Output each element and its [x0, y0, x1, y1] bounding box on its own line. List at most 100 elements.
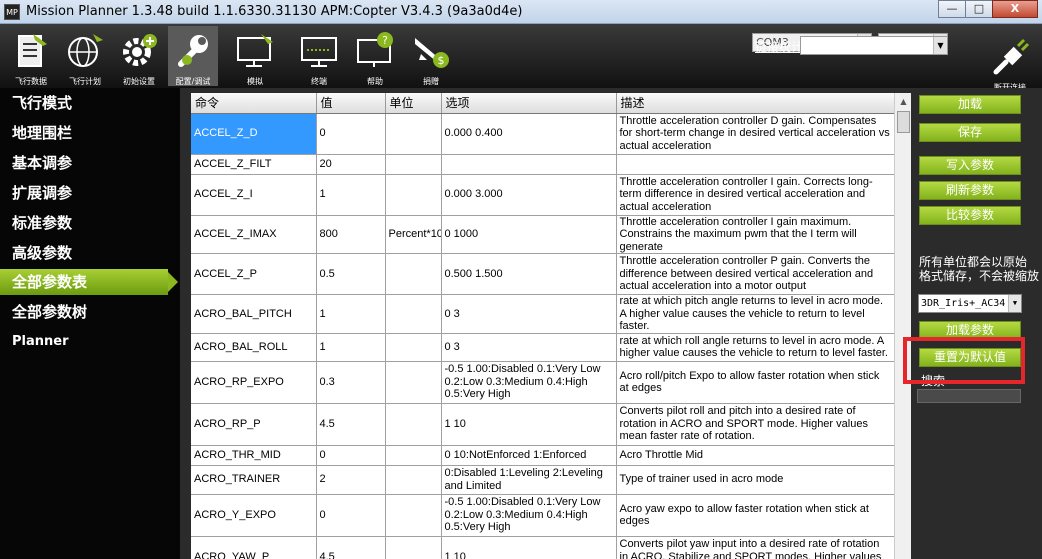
cell-description: Throttle acceleration controller I gain.…	[616, 174, 894, 216]
table-scrollbar[interactable]: ▲	[894, 93, 911, 559]
table-row[interactable]: ACCEL_Z_D 0 0.000 0.400 Throttle acceler…	[191, 113, 894, 155]
table-row[interactable]: ACRO_YAW_P 4.5 1 10 Converts pilot yaw i…	[191, 536, 894, 559]
sidebar-item-basic-tuning[interactable]: 基本调参	[0, 150, 175, 176]
toolbar-config-tuning[interactable]: 配置/调试	[168, 26, 218, 86]
disconnect-button[interactable]: 断开连接	[985, 24, 1035, 92]
link-stats-link[interactable]: 链接统计	[755, 38, 803, 55]
sidebar-item-full-param-tree[interactable]: 全部参数树	[0, 299, 175, 325]
chevron-down-icon: ▼	[933, 37, 947, 54]
cell-command[interactable]: ACCEL_Z_FILT	[191, 154, 317, 175]
cell-value[interactable]: 0	[316, 445, 386, 466]
sidebar-item-planner[interactable]: Planner	[0, 329, 175, 355]
sidebar-item-geofence[interactable]: 地理围栏	[0, 120, 175, 146]
search-input[interactable]	[917, 389, 1021, 403]
compare-params-button[interactable]: 比较参数	[919, 206, 1021, 225]
cell-value[interactable]: 0	[316, 113, 386, 155]
cell-command[interactable]: ACRO_TRAINER	[191, 465, 317, 495]
table-row[interactable]: ACRO_THR_MID 0 0 10:NotEnforced 1:Enforc…	[191, 445, 894, 466]
sidebar-item-advanced-params[interactable]: 高级参数	[0, 240, 175, 266]
table-row[interactable]: ACRO_TRAINER 2 0:Disabled 1:Leveling 2:L…	[191, 465, 894, 495]
cell-options: 0:Disabled 1:Leveling 2:Leveling and Lim…	[441, 465, 617, 495]
scroll-up-icon[interactable]: ▲	[895, 93, 912, 110]
table-header-row: 命令 值 单位 选项 描述	[191, 93, 894, 114]
toolbar-terminal[interactable]: 终端	[294, 26, 344, 86]
table-row[interactable]: ACCEL_Z_FILT 20	[191, 154, 894, 175]
cell-description: Converts pilot roll and pitch into a des…	[616, 403, 894, 446]
sidebar-item-full-param-list[interactable]: 全部参数表	[0, 269, 178, 295]
cell-command[interactable]: ACCEL_Z_IMAX	[191, 215, 317, 254]
table-row[interactable]: ACCEL_Z_IMAX 800 Percent*10 0 1000 Throt…	[191, 215, 894, 254]
cell-command[interactable]: ACCEL_Z_I	[191, 174, 317, 216]
monitor-terminal-icon	[301, 37, 337, 67]
cell-value[interactable]: 0.3	[316, 361, 386, 404]
cell-value[interactable]: 1	[316, 174, 386, 216]
cell-command[interactable]: ACRO_Y_EXPO	[191, 494, 317, 537]
cell-value[interactable]: 800	[316, 215, 386, 254]
cell-command[interactable]: ACCEL_Z_P	[191, 253, 317, 295]
app-logo-icon: MP	[4, 4, 20, 20]
cell-value[interactable]: 0	[316, 494, 386, 537]
sidebar-item-standard-params[interactable]: 标准参数	[0, 210, 175, 236]
cell-command[interactable]: ACRO_BAL_PITCH	[191, 294, 317, 334]
cell-value[interactable]: 2	[316, 465, 386, 495]
table-row[interactable]: ACRO_BAL_PITCH 1 0 3 rate at which pitch…	[191, 294, 894, 334]
cell-command[interactable]: ACRO_RP_EXPO	[191, 361, 317, 404]
toolbar-flight-plan[interactable]: 飞行计划	[60, 26, 110, 86]
cell-value[interactable]: 1	[316, 294, 386, 334]
minimize-button[interactable]: —	[938, 0, 966, 18]
column-header-units[interactable]: 单位	[385, 93, 442, 114]
maximize-button[interactable]: □	[965, 0, 993, 18]
param-table: 命令 值 单位 选项 描述 ACCEL_Z_D 0 0.000 0.400 Th…	[191, 93, 894, 559]
table-row[interactable]: ACRO_BAL_ROLL 1 0 3 rate at which roll a…	[191, 333, 894, 362]
table-row[interactable]: ACRO_Y_EXPO 0 -0.5 1.00:Disabled 0.1:Ver…	[191, 494, 894, 537]
cell-value[interactable]: 1	[316, 333, 386, 362]
cell-value[interactable]: 20	[316, 154, 386, 175]
load-button[interactable]: 加载	[919, 95, 1021, 114]
column-header-options[interactable]: 选项	[441, 93, 617, 114]
cell-value[interactable]: 4.5	[316, 403, 386, 446]
toolbar-help[interactable]: ? 帮助	[350, 26, 400, 86]
save-button[interactable]: 保存	[919, 123, 1021, 142]
annotation-highlight-box	[903, 337, 1025, 384]
sidebar-item-extended-tuning[interactable]: 扩展调参	[0, 180, 175, 206]
cell-options: 0 1000	[441, 215, 617, 254]
close-button[interactable]: X	[992, 0, 1038, 18]
toolbar-flight-data[interactable]: 飞行数据	[6, 26, 56, 86]
cell-description: Throttle acceleration controller I gain …	[616, 215, 894, 254]
cell-command[interactable]: ACCEL_Z_D	[191, 113, 317, 155]
cell-value[interactable]: 4.5	[316, 536, 386, 559]
cell-options: 0.000 3.000	[441, 174, 617, 216]
scroll-thumb[interactable]	[897, 111, 910, 133]
cell-units	[385, 536, 442, 559]
cell-description: Throttle acceleration controller P gain.…	[616, 253, 894, 295]
param-file-select[interactable]: 3DR_Iris+_AC34 ▼	[918, 294, 1022, 313]
refresh-params-button[interactable]: 刷新参数	[919, 181, 1021, 200]
svg-text:$: $	[438, 54, 445, 67]
cell-units	[385, 174, 442, 216]
cell-command[interactable]: ACRO_RP_P	[191, 403, 317, 446]
toolbar-label: 帮助	[367, 77, 383, 86]
cell-command[interactable]: ACRO_BAL_ROLL	[191, 333, 317, 362]
cell-value[interactable]: 0.5	[316, 253, 386, 295]
column-header-value[interactable]: 值	[316, 93, 386, 114]
cell-description: Acro Throttle Mid	[616, 445, 894, 466]
toolbar-simulation[interactable]: 模拟	[230, 26, 280, 86]
cell-command[interactable]: ACRO_THR_MID	[191, 445, 317, 466]
column-header-description[interactable]: 描述	[616, 93, 894, 114]
table-row[interactable]: ACCEL_Z_P 0.5 0.500 1.500 Throttle accel…	[191, 253, 894, 295]
title-bar: MP Mission Planner 1.3.48 build 1.1.6330…	[0, 0, 1042, 24]
write-params-button[interactable]: 写入参数	[919, 156, 1021, 175]
table-row[interactable]: ACRO_RP_EXPO 0.3 -0.5 1.00:Disabled 0.1:…	[191, 361, 894, 404]
toolbar-donate[interactable]: $ 捐赠	[406, 26, 456, 86]
column-header-command[interactable]: 命令	[191, 93, 317, 114]
cell-command[interactable]: ACRO_YAW_P	[191, 536, 317, 559]
svg-text:?: ?	[382, 34, 388, 47]
cell-options: 1 10	[441, 536, 617, 559]
table-row[interactable]: ACRO_RP_P 4.5 1 10 Converts pilot roll a…	[191, 403, 894, 446]
sidebar-item-flight-modes[interactable]: 飞行模式	[0, 90, 175, 116]
cell-units	[385, 294, 442, 334]
link-stats-select[interactable]: ▼	[800, 36, 948, 55]
toolbar-initial-setup[interactable]: 初始设置	[114, 26, 164, 86]
toolbar-label: 配置/调试	[175, 77, 211, 86]
table-row[interactable]: ACCEL_Z_I 1 0.000 3.000 Throttle acceler…	[191, 174, 894, 216]
